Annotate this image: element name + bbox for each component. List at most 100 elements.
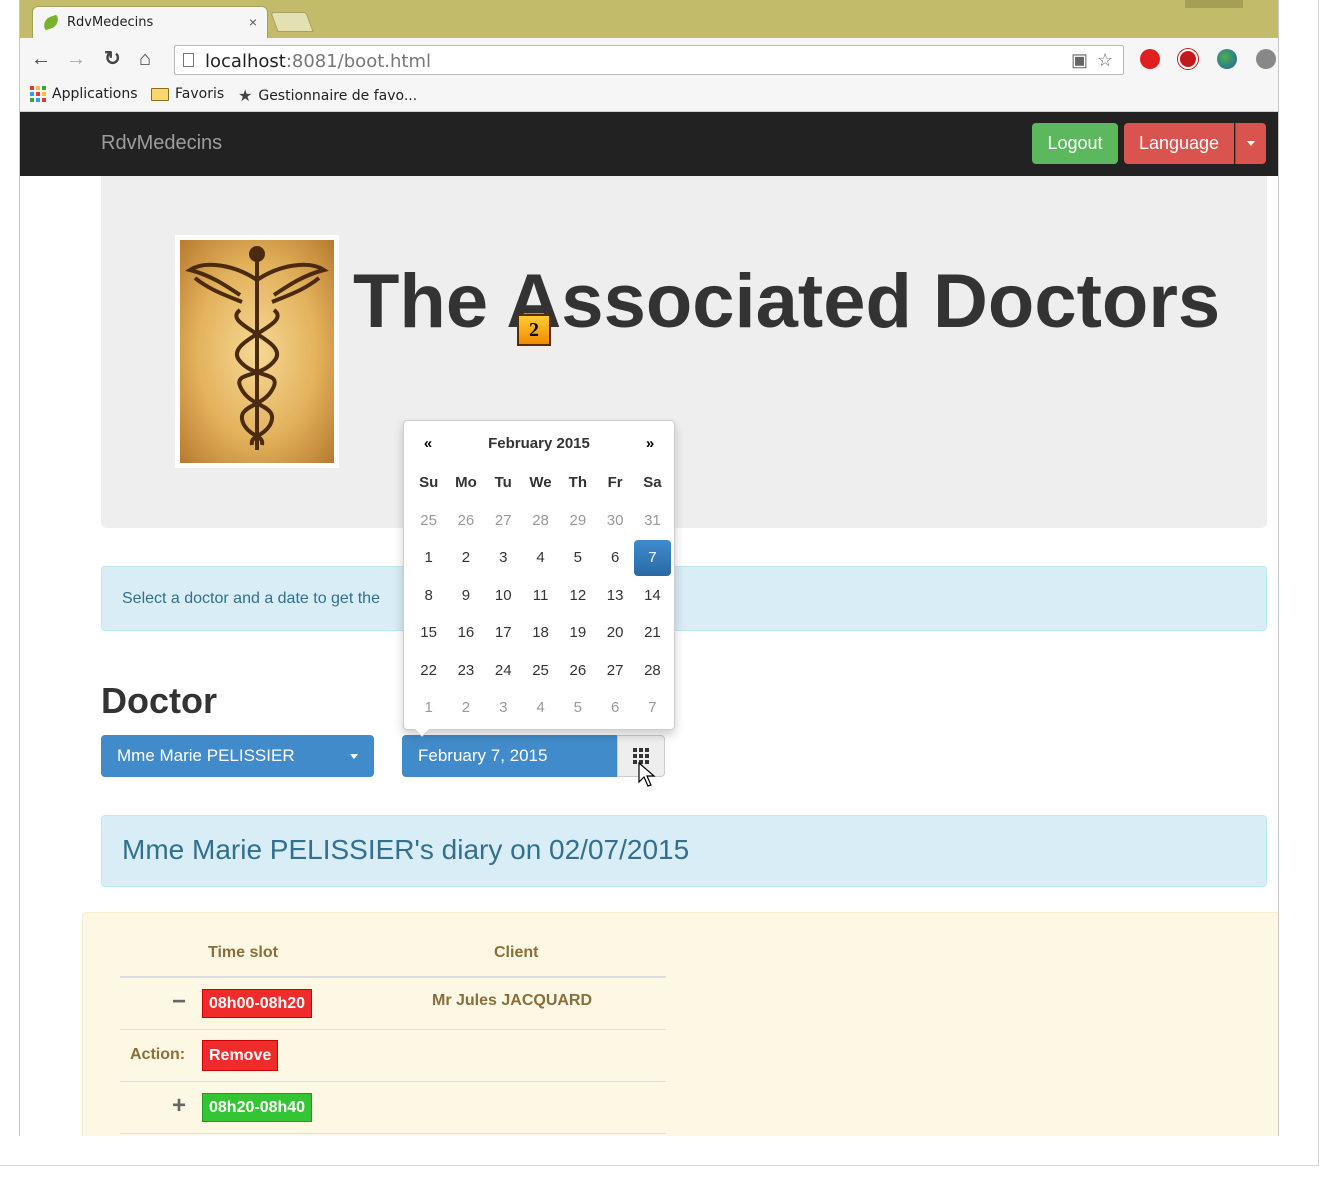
doctor-select[interactable]: Mme Marie PELISSIER <box>101 735 374 777</box>
new-tab-button[interactable] <box>270 12 314 32</box>
bookmark-favoris[interactable]: Favoris <box>151 86 224 102</box>
bookmark-manager[interactable]: ★ Gestionnaire de favo... <box>238 86 417 105</box>
datepicker-day[interactable]: 13 <box>596 577 633 615</box>
datepicker-day[interactable]: 24 <box>485 652 522 690</box>
forward-arrow-icon[interactable]: → <box>66 48 86 70</box>
datepicker-day[interactable]: 12 <box>559 577 596 615</box>
bookmark-applications[interactable]: Applications <box>30 86 138 102</box>
datepicker-grid: Su Mo Tu We Th Fr Sa 25 26 27 28 29 30 31 1 2 3 4 5 6 7 8 9 10 1… <box>410 464 672 727</box>
free-slot-badge[interactable]: 08h20-08h40 <box>202 1093 313 1122</box>
datepicker-day[interactable]: 27 <box>596 652 633 690</box>
weekday-header: Su <box>419 474 439 492</box>
datepicker-day[interactable]: 1 <box>410 689 447 727</box>
datepicker-day[interactable]: 18 <box>522 614 559 652</box>
datepicker-day[interactable]: 19 <box>559 614 596 652</box>
table-header: Time slot Client <box>120 930 666 978</box>
profile-button[interactable] <box>1185 0 1243 8</box>
bookmarks-bar: Applications Favoris ★ Gestionnaire de f… <box>20 80 1278 112</box>
datepicker-day[interactable]: 21 <box>634 614 671 652</box>
datepicker-day[interactable]: 6 <box>596 689 633 727</box>
datepicker-popup: « February 2015 » Su Mo Tu We Th Fr Sa 25 26 27 28… <box>403 420 675 737</box>
datepicker-day[interactable]: 10 <box>485 577 522 615</box>
page-icon <box>183 53 194 67</box>
logout-button[interactable]: Logout <box>1032 123 1118 164</box>
datepicker-day[interactable]: 28 <box>634 652 671 690</box>
navbar-brand[interactable]: RdvMedecins <box>101 132 222 155</box>
datepicker-day[interactable]: 5 <box>559 539 596 577</box>
datepicker-day[interactable]: 31 <box>634 502 671 540</box>
extension-shield-icon[interactable]: ▣ <box>1071 50 1088 71</box>
remove-button[interactable]: Remove <box>202 1040 279 1071</box>
datepicker-day[interactable]: 25 <box>522 652 559 690</box>
info-alert-text: Select a doctor and a date to get the <box>122 590 380 607</box>
caduceus-icon <box>185 246 329 450</box>
stop-extension-icon[interactable] <box>1178 49 1198 69</box>
address-bar[interactable]: localhost:8081/boot.html ▣ ☆ <box>174 45 1124 75</box>
doctor-select-value: Mme Marie PELISSIER <box>117 746 295 765</box>
block-extension-icon[interactable] <box>1140 49 1160 69</box>
datepicker-day[interactable]: 1 <box>410 539 447 577</box>
reload-icon[interactable]: ↻ <box>104 48 121 70</box>
minus-icon[interactable]: − <box>172 990 186 1014</box>
datepicker-day[interactable]: 3 <box>485 539 522 577</box>
datepicker-day[interactable]: 2 <box>447 689 484 727</box>
mouse-cursor-icon <box>638 762 656 787</box>
datepicker-day[interactable]: 14 <box>634 577 671 615</box>
datepicker-day[interactable]: 5 <box>559 689 596 727</box>
doctor-heading: Doctor <box>101 680 217 721</box>
language-dropdown-toggle[interactable] <box>1235 123 1266 164</box>
jumbotron: The Associated Doctors <box>101 176 1267 528</box>
datepicker-day[interactable]: 26 <box>447 502 484 540</box>
datepicker-day[interactable]: 2 <box>447 539 484 577</box>
back-arrow-icon[interactable]: ← <box>31 48 51 70</box>
language-button[interactable]: Language <box>1124 123 1234 164</box>
datepicker-prev-button[interactable]: « <box>412 435 444 452</box>
datepicker-day[interactable]: 29 <box>559 502 596 540</box>
tab-close-icon[interactable]: × <box>249 14 257 30</box>
home-icon[interactable]: ⌂ <box>139 48 151 70</box>
datepicker-day[interactable]: 11 <box>522 577 559 615</box>
datepicker-day[interactable]: 8 <box>410 577 447 615</box>
datepicker-day[interactable]: 6 <box>596 539 633 577</box>
weekday-header: We <box>529 474 552 492</box>
datepicker-day[interactable]: 27 <box>485 502 522 540</box>
weekday-header: Th <box>568 474 587 492</box>
apps-grid-icon <box>30 86 46 102</box>
weekday-header: Tu <box>494 474 512 492</box>
datepicker-day[interactable]: 9 <box>447 577 484 615</box>
datepicker-day[interactable]: 17 <box>485 614 522 652</box>
column-header-time-slot: Time slot <box>208 944 278 961</box>
datepicker-day[interactable]: 4 <box>522 539 559 577</box>
datepicker-day[interactable]: 25 <box>410 502 447 540</box>
datepicker-day[interactable]: 30 <box>596 502 633 540</box>
datepicker-month-title[interactable]: February 2015 <box>448 435 630 452</box>
browser-tab[interactable]: RdvMedecins × <box>32 6 268 38</box>
globe-extension-icon[interactable] <box>1217 49 1237 69</box>
datepicker-day[interactable]: 15 <box>410 614 447 652</box>
weekday-header: Mo <box>455 474 477 492</box>
plus-icon[interactable]: + <box>172 1094 186 1118</box>
date-input-value: February 7, 2015 <box>418 746 548 765</box>
datepicker-day[interactable]: 22 <box>410 652 447 690</box>
datepicker-next-button[interactable]: » <box>634 435 666 452</box>
datepicker-day[interactable]: 26 <box>559 652 596 690</box>
datepicker-day[interactable]: 4 <box>522 689 559 727</box>
url-text: localhost:8081/boot.html <box>205 51 431 72</box>
action-label: Action: <box>130 1046 186 1063</box>
table-row: Action: Remove <box>120 1030 666 1082</box>
datepicker-day[interactable]: 16 <box>447 614 484 652</box>
datepicker-day[interactable]: 23 <box>447 652 484 690</box>
datepicker-day[interactable]: 3 <box>485 689 522 727</box>
diary-alert: Mme Marie PELISSIER's diary on 02/07/201… <box>101 815 1267 887</box>
adblock-extension-icon[interactable] <box>1256 49 1276 69</box>
table-row: − 08h00-08h20 Mr Jules JACQUARD <box>120 978 666 1030</box>
datepicker-day-selected[interactable]: 7 <box>633 540 672 576</box>
app-navbar: RdvMedecins Logout Language <box>20 112 1278 176</box>
tab-strip: RdvMedecins × <box>20 0 1278 38</box>
date-input[interactable]: February 7, 2015 <box>402 735 617 777</box>
datepicker-day[interactable]: 20 <box>596 614 633 652</box>
datepicker-header: « February 2015 » <box>404 429 674 461</box>
bookmark-star-icon[interactable]: ☆ <box>1097 50 1113 71</box>
datepicker-day[interactable]: 7 <box>634 689 671 727</box>
datepicker-day[interactable]: 28 <box>522 502 559 540</box>
